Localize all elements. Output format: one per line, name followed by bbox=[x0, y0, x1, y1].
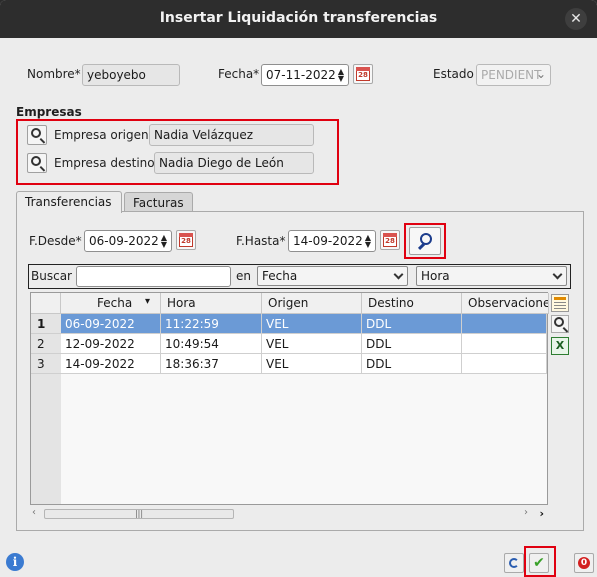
buscar-input[interactable] bbox=[76, 266, 231, 287]
cell-destino: DDL bbox=[362, 314, 462, 334]
fdesde-spinner[interactable]: ▲ ▼ bbox=[160, 234, 168, 249]
chevron-down-icon bbox=[393, 269, 404, 280]
empresa-origen-field[interactable]: Nadia Velázquez bbox=[149, 124, 314, 146]
estado-value: PENDIENT bbox=[481, 68, 542, 82]
fdesde-value: 06-09-2022 bbox=[89, 234, 159, 248]
scroll-end-icon[interactable]: › bbox=[539, 507, 544, 520]
calendar-icon: 28 bbox=[179, 233, 193, 247]
column-header-observaciones[interactable]: Observacione bbox=[462, 293, 549, 314]
nombre-field[interactable]: yeboyebo bbox=[82, 64, 180, 86]
fdesde-input[interactable]: 06-09-2022 ▲ ▼ bbox=[84, 230, 172, 252]
table-config-icon[interactable] bbox=[551, 294, 569, 312]
cell-observaciones bbox=[462, 314, 547, 334]
buscar-label: Buscar bbox=[31, 269, 72, 283]
fhasta-value: 14-09-2022 bbox=[293, 234, 363, 248]
fecha-label: Fecha* bbox=[218, 67, 260, 81]
column-header-destino[interactable]: Destino bbox=[362, 293, 462, 314]
calendar-icon: 28 bbox=[356, 67, 370, 81]
fdesde-label: F.Desde* bbox=[29, 234, 82, 248]
cell-observaciones bbox=[462, 354, 547, 374]
column-header-fecha[interactable]: Fecha ▾ bbox=[61, 293, 161, 314]
empresa-origen-label: Empresa origen bbox=[54, 128, 149, 142]
row-number: 1 bbox=[31, 314, 61, 334]
transferencias-table: Fecha ▾ Hora Origen Destino Observacione… bbox=[30, 292, 549, 505]
estado-label: Estado bbox=[433, 67, 474, 81]
nombre-label: Nombre* bbox=[27, 67, 81, 81]
scroll-left-icon[interactable]: ‹ bbox=[32, 507, 36, 518]
fecha-spinner[interactable]: ▲ ▼ bbox=[337, 68, 345, 83]
tab-transferencias[interactable]: Transferencias bbox=[16, 191, 122, 213]
cancel-button[interactable]: 0 bbox=[574, 553, 594, 573]
row-number: 3 bbox=[31, 354, 61, 374]
fdesde-calendar-button[interactable]: 28 bbox=[176, 230, 196, 250]
cancel-icon: 0 bbox=[578, 557, 590, 569]
fecha-value: 07-11-2022 bbox=[266, 68, 336, 82]
accept-button[interactable]: ✔ bbox=[529, 553, 549, 573]
cell-hora: 18:36:37 bbox=[161, 354, 262, 374]
row-number: 2 bbox=[31, 334, 61, 354]
dialog-window: Insertar Liquidación transferencias ✕ No… bbox=[0, 0, 597, 577]
en-label: en bbox=[236, 269, 251, 283]
titlebar: Insertar Liquidación transferencias ✕ bbox=[0, 0, 597, 38]
corner-header bbox=[31, 293, 61, 314]
refresh-icon bbox=[509, 558, 519, 568]
cell-fecha: 12-09-2022 bbox=[61, 334, 161, 354]
empresa-destino-field[interactable]: Nadia Diego de León bbox=[154, 152, 314, 174]
calendar-icon: 28 bbox=[383, 233, 397, 247]
scroll-right-icon[interactable]: › bbox=[524, 507, 528, 518]
cell-observaciones bbox=[462, 334, 547, 354]
horizontal-scrollbar[interactable]: ‹ ||| › › bbox=[30, 506, 548, 522]
column-header-origen[interactable]: Origen bbox=[262, 293, 362, 314]
search-icon bbox=[31, 156, 41, 166]
chevron-down-icon: ⌄ bbox=[535, 67, 546, 81]
fecha-calendar-button[interactable]: 28 bbox=[353, 64, 373, 84]
search-icon[interactable] bbox=[551, 315, 569, 333]
table-row[interactable]: 3 14-09-2022 18:36:37 VEL DDL bbox=[31, 354, 549, 374]
checkmark-icon: ✔ bbox=[533, 555, 545, 571]
refresh-button[interactable] bbox=[504, 553, 524, 573]
cell-fecha: 06-09-2022 bbox=[61, 314, 161, 334]
empresas-section-label: Empresas bbox=[16, 105, 82, 119]
fhasta-calendar-button[interactable]: 28 bbox=[380, 230, 400, 250]
dialog-title: Insertar Liquidación transferencias bbox=[159, 10, 438, 26]
empresa-destino-label: Empresa destino bbox=[54, 156, 155, 170]
cell-fecha: 14-09-2022 bbox=[61, 354, 161, 374]
cell-hora: 10:49:54 bbox=[161, 334, 262, 354]
search-field-select[interactable]: Fecha bbox=[257, 266, 408, 286]
table-row[interactable]: 2 12-09-2022 10:49:54 VEL DDL bbox=[31, 334, 549, 354]
cell-destino: DDL bbox=[362, 334, 462, 354]
sort-desc-icon: ▾ bbox=[145, 296, 151, 307]
empresa-destino-search-button[interactable] bbox=[27, 153, 47, 173]
fhasta-input[interactable]: 14-09-2022 ▲ ▼ bbox=[288, 230, 376, 252]
search-order-select[interactable]: Hora bbox=[416, 266, 567, 286]
estado-select[interactable]: PENDIENT ⌄ bbox=[476, 64, 551, 86]
table-row[interactable]: 1 06-09-2022 11:22:59 VEL DDL bbox=[31, 314, 549, 334]
close-icon[interactable]: ✕ bbox=[565, 8, 587, 30]
info-icon[interactable]: i bbox=[6, 553, 24, 571]
chevron-down-icon bbox=[552, 269, 563, 280]
fhasta-spinner[interactable]: ▲ ▼ bbox=[364, 234, 372, 249]
cell-origen: VEL bbox=[262, 354, 362, 374]
cell-origen: VEL bbox=[262, 314, 362, 334]
refresh-search-button[interactable] bbox=[409, 227, 441, 255]
column-header-hora[interactable]: Hora bbox=[161, 293, 262, 314]
cell-origen: VEL bbox=[262, 334, 362, 354]
excel-export-icon[interactable]: X bbox=[551, 337, 569, 355]
search-icon bbox=[31, 128, 41, 138]
cell-hora: 11:22:59 bbox=[161, 314, 262, 334]
fhasta-label: F.Hasta* bbox=[236, 234, 286, 248]
fecha-input[interactable]: 07-11-2022 ▲ ▼ bbox=[261, 64, 349, 86]
empresa-origen-search-button[interactable] bbox=[27, 125, 47, 145]
cell-destino: DDL bbox=[362, 354, 462, 374]
scrollbar-thumb[interactable]: ||| bbox=[44, 509, 234, 519]
